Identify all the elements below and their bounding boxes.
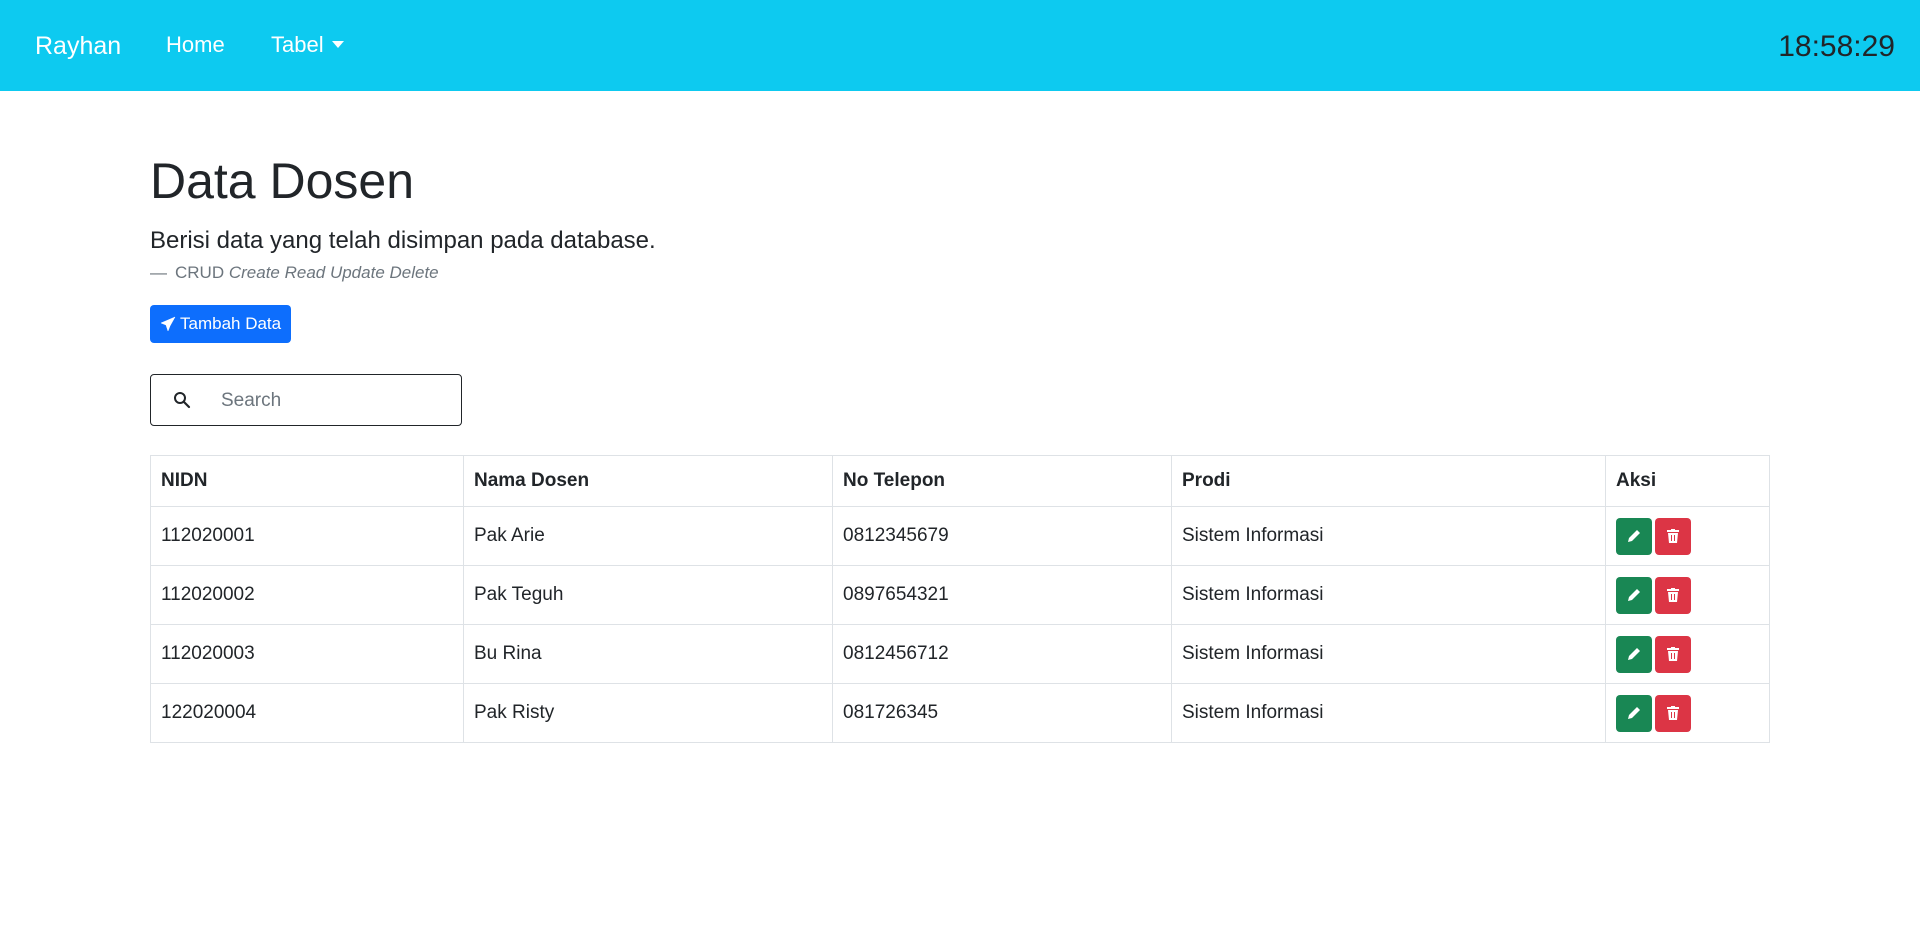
add-data-button[interactable]: Tambah Data — [150, 305, 292, 343]
cell-telepon: 0897654321 — [832, 565, 1172, 625]
edit-button[interactable] — [1616, 517, 1652, 555]
nav-dropdown-tabel[interactable]: Tabel — [271, 29, 344, 61]
table-row: 122020004 Pak Risty 081726345 Sistem Inf… — [150, 683, 1770, 743]
cell-prodi: Sistem Informasi — [1171, 624, 1606, 684]
search-box — [150, 374, 462, 426]
cell-nidn: 112020002 — [150, 565, 464, 625]
edit-button[interactable] — [1616, 694, 1652, 732]
cell-telepon: 081726345 — [832, 683, 1172, 743]
cell-aksi — [1605, 624, 1770, 684]
table-row: 112020003 Bu Rina 0812456712 Sistem Info… — [150, 624, 1770, 684]
trash-icon — [1667, 529, 1679, 543]
edit-button[interactable] — [1616, 576, 1652, 614]
table-row: 112020002 Pak Teguh 0897654321 Sistem In… — [150, 565, 1770, 625]
trash-icon — [1667, 588, 1679, 602]
cell-telepon: 0812456712 — [832, 624, 1172, 684]
trash-icon — [1667, 706, 1679, 720]
blockquote-footer: — CRUD Create Read Update Delete — [150, 261, 439, 285]
footer-prefix: CRUD — [175, 263, 225, 282]
header-prodi: Prodi — [1171, 455, 1606, 507]
add-data-label: Tambah Data — [180, 314, 282, 333]
trash-icon — [1667, 647, 1679, 661]
table-header-row: NIDN Nama Dosen No Telepon Prodi Aksi — [150, 455, 1770, 507]
nav-link-home[interactable]: Home — [166, 29, 225, 61]
cell-nama: Pak Teguh — [463, 565, 833, 625]
pencil-icon — [1628, 530, 1640, 542]
table-row: 112020001 Pak Arie 0812345679 Sistem Inf… — [150, 506, 1770, 566]
dash-glyph: — — [150, 263, 167, 282]
navbar: Rayhan Home Tabel 18:58:29 — [0, 0, 1920, 91]
search-input[interactable] — [219, 385, 453, 417]
footer-cite: Create Read Update Delete — [228, 263, 439, 282]
clock: 18:58:29 — [1778, 30, 1895, 63]
page-title: Data Dosen — [150, 153, 415, 209]
navbar-brand[interactable]: Rayhan — [35, 30, 121, 62]
edit-button[interactable] — [1616, 635, 1652, 673]
header-aksi: Aksi — [1605, 455, 1770, 507]
cell-aksi — [1605, 565, 1770, 625]
cell-nama: Pak Risty — [463, 683, 833, 743]
cell-aksi — [1605, 506, 1770, 566]
delete-button[interactable] — [1655, 635, 1691, 673]
header-nidn: NIDN — [150, 455, 464, 507]
cell-telepon: 0812345679 — [832, 506, 1172, 566]
cell-nidn: 112020003 — [150, 624, 464, 684]
plane-icon — [160, 316, 176, 332]
cell-nama: Bu Rina — [463, 624, 833, 684]
cell-nidn: 122020004 — [150, 683, 464, 743]
pencil-icon — [1628, 707, 1640, 719]
cell-prodi: Sistem Informasi — [1171, 506, 1606, 566]
caret-down-icon — [331, 41, 344, 48]
nav-dropdown-tabel-label: Tabel — [271, 32, 324, 57]
header-no-telepon: No Telepon — [832, 455, 1172, 507]
page-lead: Berisi data yang telah disimpan pada dat… — [150, 227, 656, 254]
search-icon — [174, 392, 191, 409]
pencil-icon — [1628, 648, 1640, 660]
cell-nidn: 112020001 — [150, 506, 464, 566]
delete-button[interactable] — [1655, 517, 1691, 555]
data-table: NIDN Nama Dosen No Telepon Prodi Aksi 11… — [150, 455, 1770, 743]
delete-button[interactable] — [1655, 576, 1691, 614]
cell-aksi — [1605, 683, 1770, 743]
pencil-icon — [1628, 589, 1640, 601]
cell-prodi: Sistem Informasi — [1171, 565, 1606, 625]
cell-nama: Pak Arie — [463, 506, 833, 566]
header-nama-dosen: Nama Dosen — [463, 455, 833, 507]
cell-prodi: Sistem Informasi — [1171, 683, 1606, 743]
delete-button[interactable] — [1655, 694, 1691, 732]
